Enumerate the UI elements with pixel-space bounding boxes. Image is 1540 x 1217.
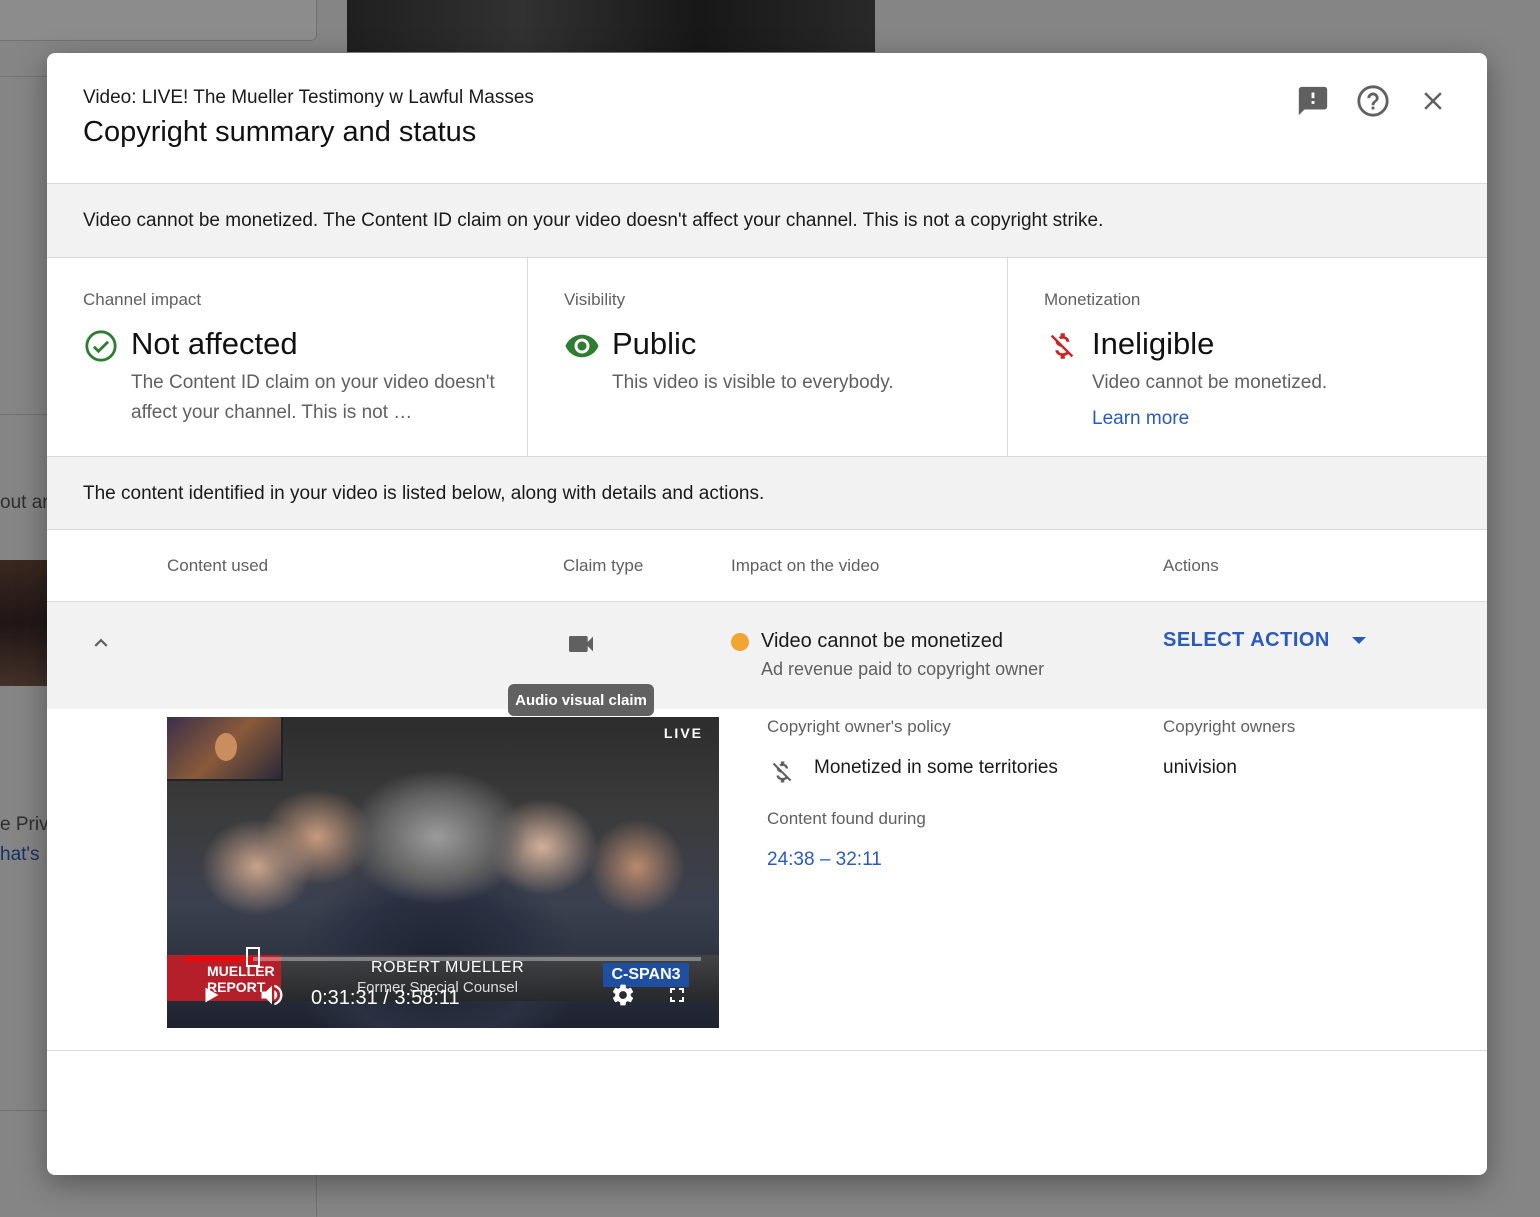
select-action-label: SELECT ACTION	[1163, 629, 1330, 651]
close-icon[interactable]	[1415, 83, 1451, 119]
owners-value: univision	[1163, 757, 1237, 778]
card-description: Video cannot be monetized.	[1092, 372, 1328, 393]
policy-label: Copyright owner's policy	[767, 717, 951, 736]
impact-sub-text: Ad revenue paid to copyright owner	[761, 659, 1045, 679]
column-header-impact: Impact on the video	[731, 556, 880, 575]
column-header-content-used: Content used	[167, 556, 269, 575]
content-info-bar: The content identified in your video is …	[47, 457, 1487, 530]
policy-value: Monetized in some territories	[814, 757, 1058, 778]
video-pip-thumbnail	[167, 717, 283, 781]
volume-icon[interactable]	[257, 980, 287, 1010]
dialog-header: Video: LIVE! The Mueller Testimony w Law…	[47, 53, 1487, 184]
claim-details: LIVE MUELLER REPORT ROBERT MUELLER Forme…	[47, 709, 1487, 1051]
status-dot	[731, 633, 749, 651]
play-icon[interactable]	[199, 983, 223, 1007]
eye-icon	[564, 328, 600, 364]
dialog-subtitle: Video: LIVE! The Mueller Testimony w Law…	[83, 87, 534, 108]
learn-more-link[interactable]: Learn more	[1092, 408, 1189, 430]
status-cards: Channel impact Not affected The Content …	[47, 258, 1487, 457]
fullscreen-icon[interactable]	[663, 981, 691, 1009]
claim-row[interactable]: Video cannot be monetized Ad revenue pai…	[47, 602, 1487, 709]
status-banner: Video cannot be monetized. The Content I…	[47, 184, 1487, 258]
column-header-actions: Actions	[1163, 556, 1219, 575]
chyron-name: ROBERT MUELLER	[371, 959, 525, 976]
claim-type-tooltip: Audio visual claim	[508, 684, 654, 716]
card-description: This video is visible to everybody.	[612, 372, 894, 393]
feedback-icon[interactable]	[1295, 83, 1331, 119]
owners-label: Copyright owners	[1163, 717, 1296, 736]
live-badge: LIVE	[663, 725, 703, 741]
dialog-title: Copyright summary and status	[83, 116, 477, 148]
content-found-range-link[interactable]: 24:38 – 32:11	[767, 849, 882, 871]
monetization-card: Monetization Ineligible Video cannot be …	[1007, 258, 1487, 456]
gear-icon[interactable]	[609, 981, 637, 1009]
channel-impact-card: Channel impact Not affected The Content …	[47, 258, 527, 456]
card-label: Monetization	[1044, 290, 1141, 309]
content-info-text: The content identified in your video is …	[83, 483, 765, 504]
video-time-display: 0:31:31 / 3:58:11	[311, 987, 460, 1009]
column-header-claim-type: Claim type	[563, 556, 644, 575]
video-player[interactable]: LIVE MUELLER REPORT ROBERT MUELLER Forme…	[167, 717, 719, 1028]
check-circle-icon	[83, 328, 119, 364]
card-label: Visibility	[564, 290, 626, 309]
card-label: Channel impact	[83, 290, 202, 309]
card-value: Ineligible	[1092, 326, 1215, 361]
visibility-card: Visibility Public This video is visible …	[527, 258, 1008, 456]
no-money-icon	[767, 757, 797, 787]
card-value: Not affected	[131, 326, 298, 361]
content-found-label: Content found during	[767, 809, 926, 828]
impact-main-text: Video cannot be monetized	[761, 630, 1004, 652]
dropdown-arrow-icon	[1351, 636, 1366, 644]
card-description: The Content ID claim on your video doesn…	[131, 372, 495, 423]
video-progress-handle[interactable]	[246, 947, 261, 967]
help-icon[interactable]	[1355, 83, 1391, 119]
copyright-dialog: Video: LIVE! The Mueller Testimony w Law…	[47, 53, 1487, 1175]
select-action-button[interactable]: SELECT ACTION	[1163, 629, 1368, 652]
video-camera-icon[interactable]	[563, 629, 599, 659]
video-progress-bar[interactable]	[185, 947, 701, 967]
card-value: Public	[612, 326, 697, 361]
status-banner-text: Video cannot be monetized. The Content I…	[83, 210, 1104, 231]
no-money-icon	[1044, 328, 1080, 364]
chevron-up-icon[interactable]	[87, 629, 115, 657]
claims-table-header: Content used Claim type Impact on the vi…	[47, 530, 1487, 602]
pip-face	[215, 733, 237, 761]
video-progress-fill	[185, 957, 254, 961]
